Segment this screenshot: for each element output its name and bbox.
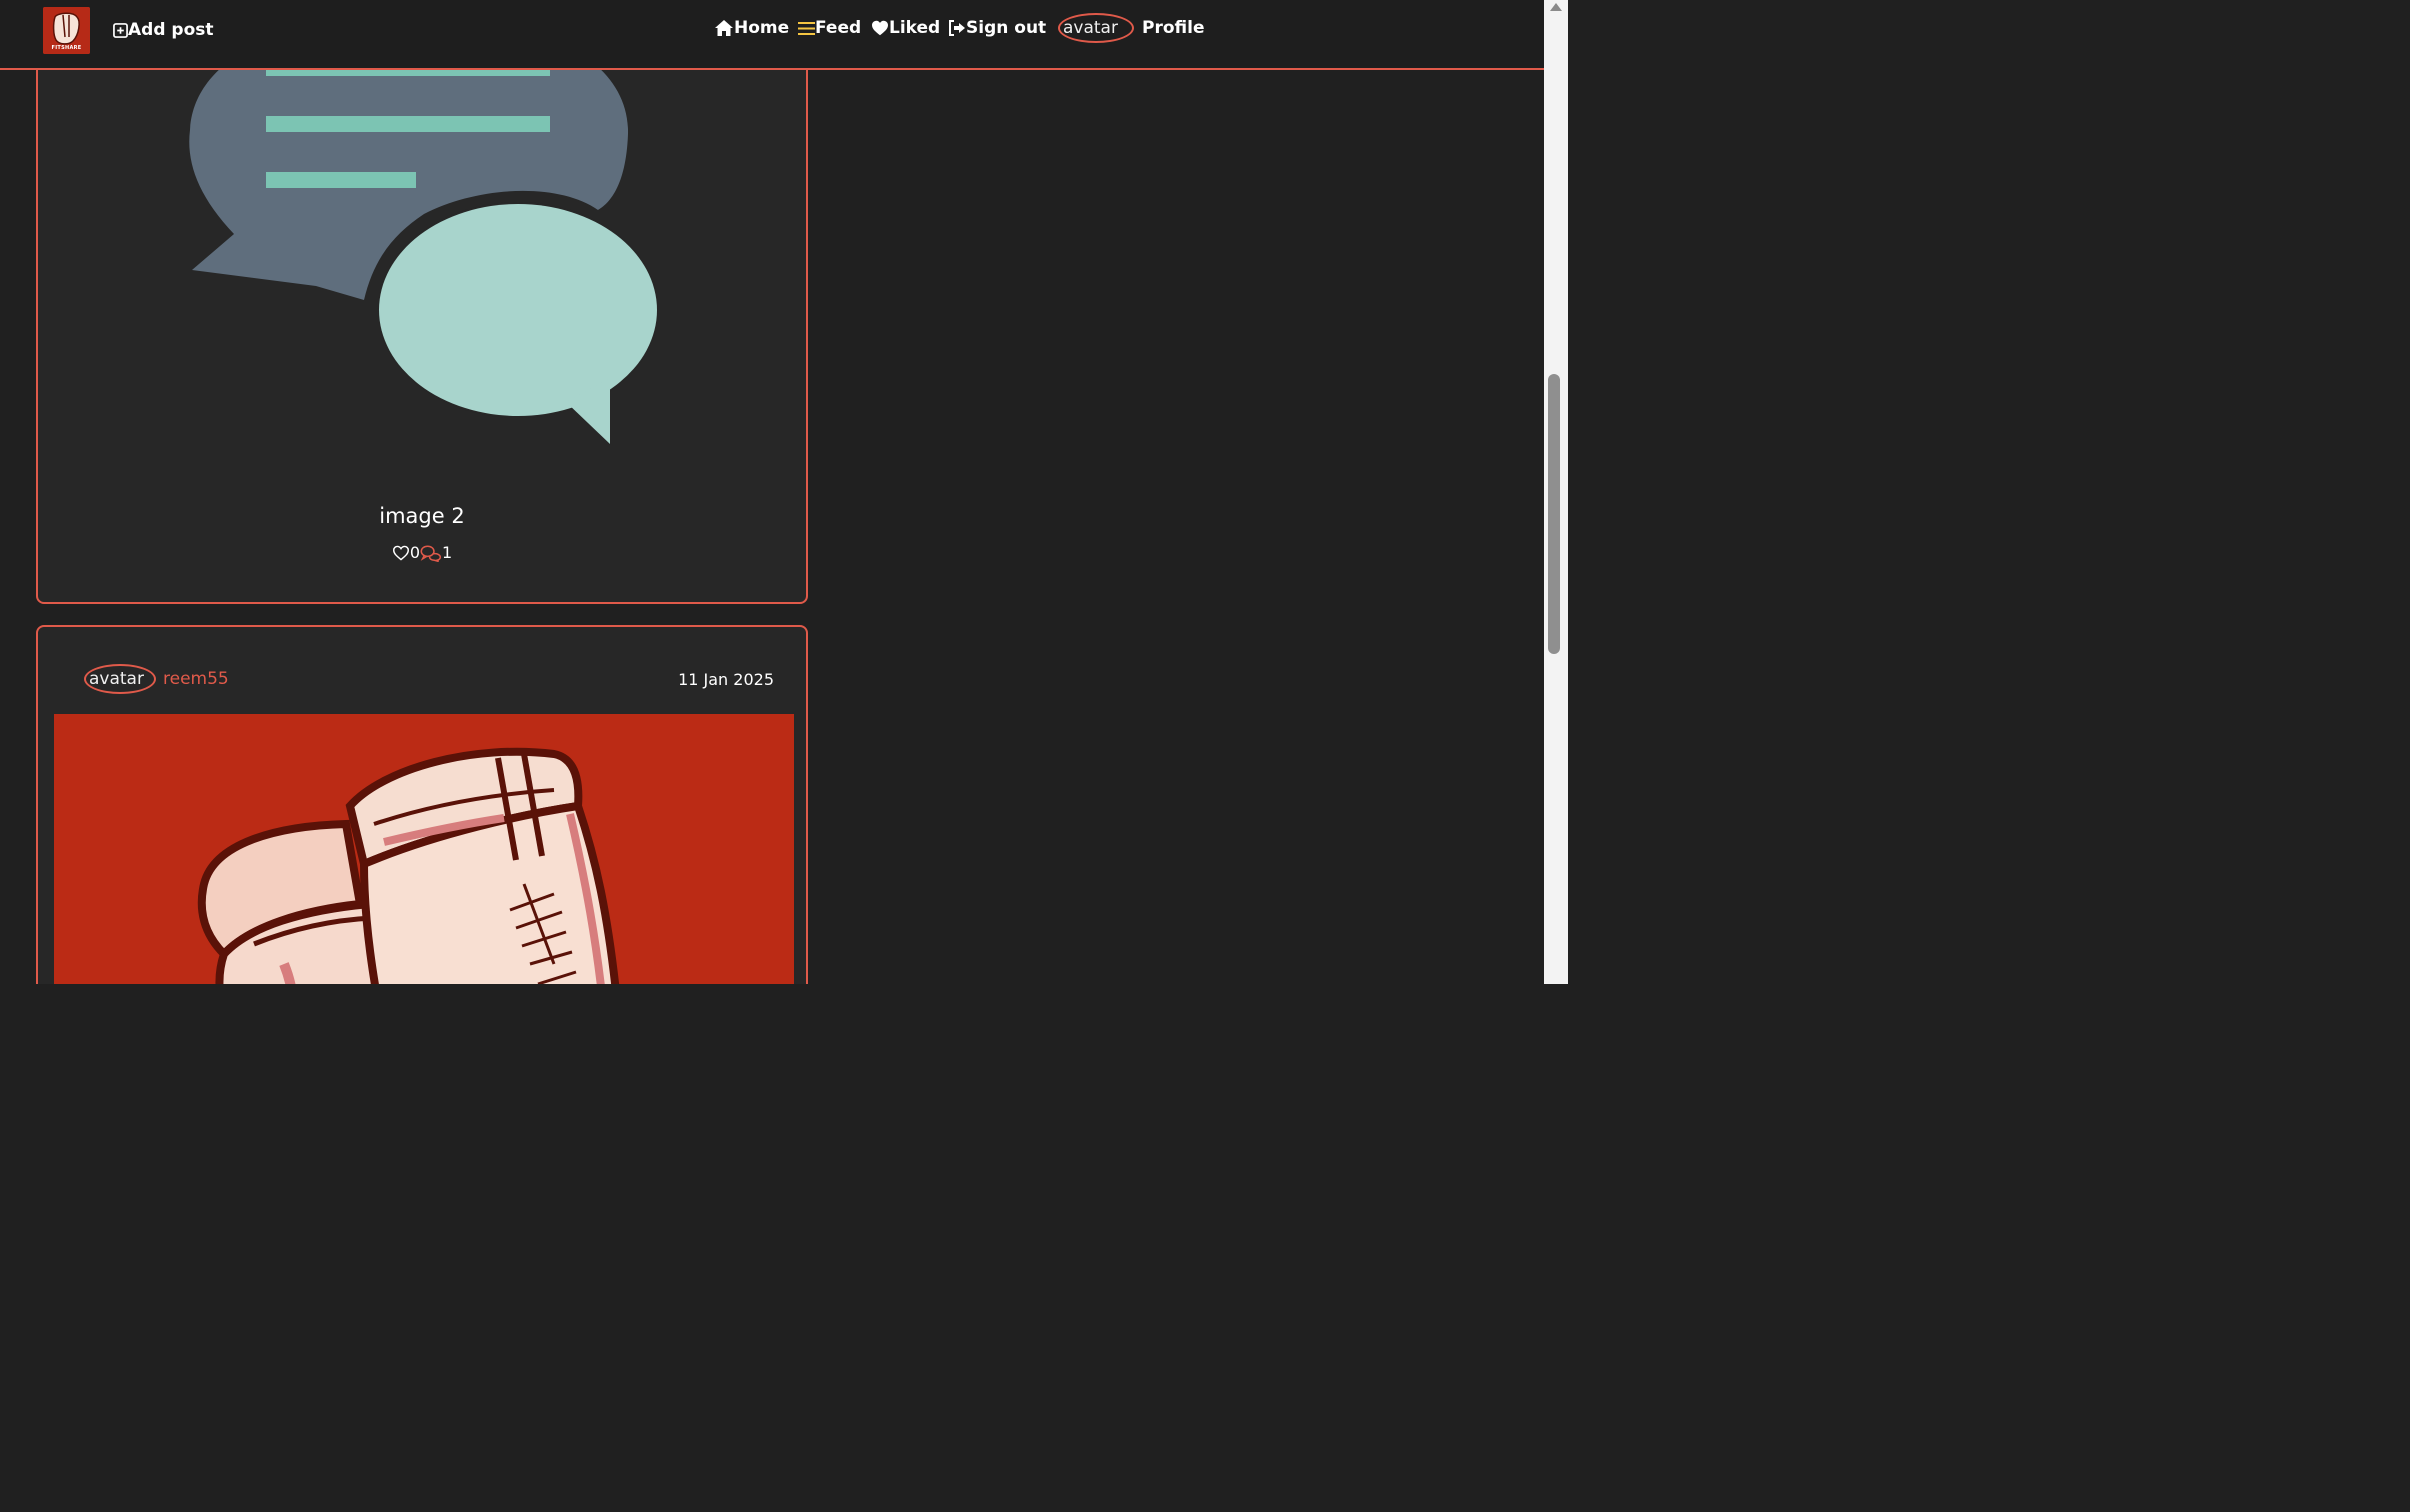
signout-label: Sign out (966, 18, 1047, 38)
author-username[interactable]: reem55 (163, 669, 229, 689)
nav-liked-link[interactable]: Liked (871, 14, 940, 42)
nav-feed-link[interactable]: Feed (798, 14, 861, 42)
post-stats: 0 1 (38, 543, 806, 562)
sign-out-icon (949, 20, 965, 36)
heart-outline-icon (392, 545, 409, 560)
list-icon (798, 21, 815, 35)
post-card: image 2 0 1 (36, 0, 808, 604)
scroll-up-arrow-icon[interactable] (1550, 3, 1562, 11)
liked-label: Liked (889, 18, 941, 38)
logo-text: FITSHARE (51, 45, 82, 51)
comment-button[interactable]: 1 (420, 543, 452, 562)
post-header: avatar reem55 11 Jan 2025 (84, 664, 774, 694)
home-icon (715, 20, 733, 36)
post-card: avatar reem55 11 Jan 2025 (36, 625, 808, 984)
scrollbar-thumb[interactable] (1548, 374, 1560, 654)
nav-profile-link[interactable]: avatar Profile (1058, 13, 1205, 43)
nav-signout-link[interactable]: Sign out (948, 14, 1046, 42)
nav-home-link[interactable]: Home (714, 14, 789, 42)
top-navbar: FITSHARE Add post Home Feed Liked Sign o… (0, 0, 1544, 70)
add-post-link[interactable]: Add post (113, 16, 214, 44)
add-post-label: Add post (128, 20, 214, 40)
fitshare-logo[interactable]: FITSHARE (43, 7, 90, 54)
plus-square-icon (113, 22, 128, 38)
post-date: 11 Jan 2025 (678, 669, 774, 689)
vertical-scrollbar[interactable] (1544, 0, 1568, 984)
boxing-gloves-illustration (54, 714, 794, 984)
like-count: 0 (409, 543, 420, 562)
page: image 2 0 1 avatar reem55 11 Jan 2025 FI… (0, 0, 1568, 984)
like-button[interactable]: 0 (392, 543, 420, 562)
profile-label: Profile (1142, 18, 1205, 38)
comment-bubbles-icon (420, 544, 442, 562)
post-image-boxing-gloves[interactable] (54, 714, 794, 984)
heart-icon (872, 20, 888, 36)
author-avatar[interactable]: avatar (84, 664, 156, 694)
comment-count: 1 (442, 543, 453, 562)
profile-avatar: avatar (1058, 13, 1134, 43)
post-image-chat-bubbles (189, 13, 658, 444)
post-caption: image 2 (379, 504, 465, 528)
home-label: Home (734, 18, 790, 38)
feed-label: Feed (815, 18, 862, 38)
